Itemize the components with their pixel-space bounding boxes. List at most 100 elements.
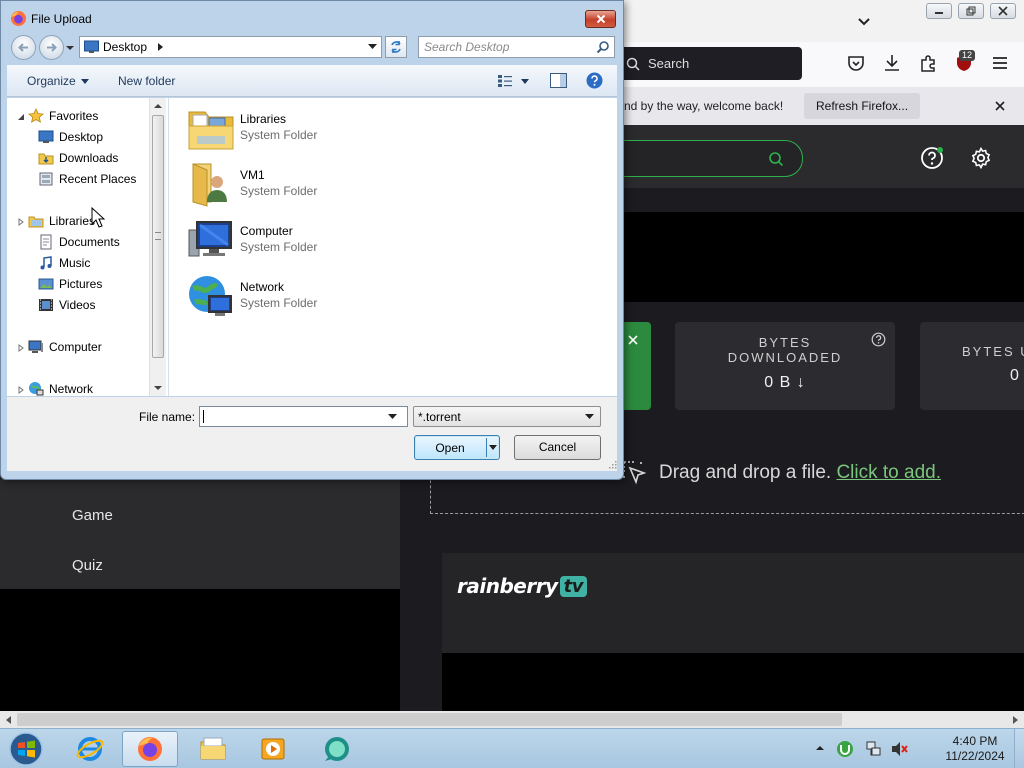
extensions-button[interactable] — [918, 53, 938, 73]
expand-arrow-icon[interactable] — [17, 218, 25, 226]
show-desktop-button[interactable] — [1014, 729, 1024, 768]
forward-button[interactable] — [39, 35, 64, 60]
file-name-input[interactable] — [199, 406, 408, 427]
menu-item-quiz[interactable]: Quiz — [72, 557, 103, 574]
close-icon — [596, 14, 605, 24]
views-dropdown-icon[interactable] — [521, 79, 529, 84]
close-notification-icon[interactable] — [992, 98, 1008, 114]
menu-item-game[interactable]: Game — [72, 507, 113, 524]
expand-arrow-icon[interactable] — [17, 113, 25, 121]
system-clock[interactable]: 4:40 PM 11/22/2024 — [935, 734, 1015, 764]
preview-pane-icon[interactable] — [550, 73, 567, 88]
minimize-button[interactable] — [926, 3, 952, 19]
scrollbar-thumb[interactable] — [152, 115, 164, 358]
file-item-libraries[interactable]: Libraries System Folder — [187, 104, 387, 156]
tree-favorites[interactable]: Favorites — [28, 108, 98, 124]
rainberry-logo[interactable]: rainberry tv — [457, 574, 587, 598]
refresh-button[interactable] — [385, 36, 407, 58]
info-icon[interactable] — [871, 332, 886, 347]
firefox-search-bar[interactable]: Search — [616, 47, 802, 80]
resize-grip-icon[interactable] — [607, 459, 617, 469]
click-to-add-link[interactable]: Click to add. — [836, 462, 941, 483]
taskbar-media-player[interactable] — [245, 731, 301, 767]
logo-text: rainberry — [457, 574, 558, 598]
open-button[interactable]: Open — [414, 435, 500, 460]
restore-icon — [966, 6, 976, 16]
tree-item-downloads[interactable]: Downloads — [38, 150, 118, 166]
libraries-icon — [28, 216, 44, 228]
app-menu-button[interactable] — [990, 53, 1010, 73]
list-all-tabs-icon[interactable] — [855, 12, 873, 30]
utorrent-tray-icon[interactable] — [836, 740, 854, 758]
web-banner-area — [600, 212, 1024, 302]
file-name: Libraries — [240, 112, 287, 126]
scroll-up-arrow-icon[interactable] — [154, 103, 162, 109]
file-item-vm1[interactable]: VM1 System Folder — [187, 160, 387, 212]
forward-arrow-icon — [47, 43, 57, 52]
search-desktop-input[interactable]: Search Desktop — [418, 36, 615, 58]
expand-arrow-icon[interactable] — [17, 344, 25, 352]
pocket-button[interactable] — [846, 53, 866, 73]
help-icon[interactable] — [586, 72, 603, 89]
taskbar-utorrent-web[interactable] — [308, 731, 364, 767]
organize-button[interactable]: Organize — [27, 74, 76, 88]
tree-item-recent-places[interactable]: Recent Places — [38, 171, 136, 187]
side-menu: Game Quiz — [0, 479, 400, 589]
tree-network[interactable]: Network — [28, 381, 93, 396]
dropdown-arrow-icon[interactable] — [81, 79, 89, 84]
tree-item-videos[interactable]: Videos — [38, 297, 95, 313]
rainberry-panel — [442, 553, 1024, 653]
windows-start-orb-icon[interactable] — [6, 730, 46, 768]
horizontal-scrollbar[interactable] — [0, 711, 1024, 728]
file-item-network[interactable]: Network System Folder — [187, 272, 387, 324]
recent-locations-dropdown-icon[interactable] — [66, 44, 74, 52]
scroll-left-arrow-icon[interactable] — [4, 715, 14, 725]
volume-muted-icon[interactable] — [890, 740, 908, 758]
file-item-computer[interactable]: Computer System Folder — [187, 216, 387, 268]
dialog-close-button[interactable] — [585, 10, 616, 28]
taskbar-file-explorer[interactable] — [185, 731, 241, 767]
show-hidden-icons-icon[interactable] — [815, 743, 825, 753]
search-placeholder: Search Desktop — [424, 40, 510, 54]
change-view-icon[interactable] — [497, 74, 513, 88]
scroll-down-arrow-icon[interactable] — [154, 385, 162, 391]
videos-film-icon — [39, 299, 53, 311]
scrollbar-thumb[interactable] — [17, 713, 842, 726]
puzzle-icon — [921, 55, 935, 72]
taskbar-internet-explorer[interactable] — [62, 731, 118, 767]
file-type-dropdown-icon[interactable] — [585, 414, 594, 420]
tree-libraries[interactable]: Libraries — [28, 213, 95, 229]
open-options-dropdown-icon[interactable] — [489, 445, 497, 450]
cancel-button[interactable]: Cancel — [514, 435, 601, 460]
tree-item-music[interactable]: Music — [38, 255, 90, 271]
file-type-value: *.torrent — [418, 410, 461, 424]
file-name-field[interactable] — [200, 407, 380, 426]
new-folder-button[interactable]: New folder — [118, 74, 175, 88]
file-name-dropdown-icon[interactable] — [388, 414, 397, 420]
desktop-icon — [84, 40, 99, 53]
refresh-firefox-button[interactable]: Refresh Firefox... — [804, 93, 921, 119]
network-tray-icon[interactable] — [864, 740, 882, 758]
taskbar-firefox[interactable] — [122, 731, 178, 767]
notification-text: nd by the way, welcome back! — [624, 99, 784, 113]
address-bar[interactable]: Desktop — [79, 36, 382, 58]
close-icon[interactable] — [626, 333, 640, 347]
nav-pane-scrollbar[interactable] — [149, 98, 166, 396]
address-location[interactable]: Desktop — [103, 40, 147, 54]
help-icon[interactable] — [920, 146, 944, 170]
file-type-select[interactable]: *.torrent — [413, 406, 601, 427]
address-dropdown-icon[interactable] — [368, 44, 377, 50]
tree-item-pictures[interactable]: Pictures — [38, 276, 102, 292]
settings-gear-icon[interactable] — [969, 146, 993, 170]
close-window-button[interactable] — [990, 3, 1016, 19]
tree-item-desktop[interactable]: Desktop — [38, 129, 103, 145]
tree-item-documents[interactable]: Documents — [38, 234, 120, 250]
expand-arrow-icon[interactable] — [17, 386, 25, 394]
scroll-right-arrow-icon[interactable] — [1010, 715, 1020, 725]
tree-computer[interactable]: Computer — [28, 339, 102, 355]
downloads-button[interactable] — [882, 53, 902, 73]
restore-button[interactable] — [958, 3, 984, 19]
search-icon[interactable] — [596, 40, 610, 54]
breadcrumb-chevron-icon[interactable] — [157, 43, 164, 51]
back-button[interactable] — [11, 35, 36, 60]
